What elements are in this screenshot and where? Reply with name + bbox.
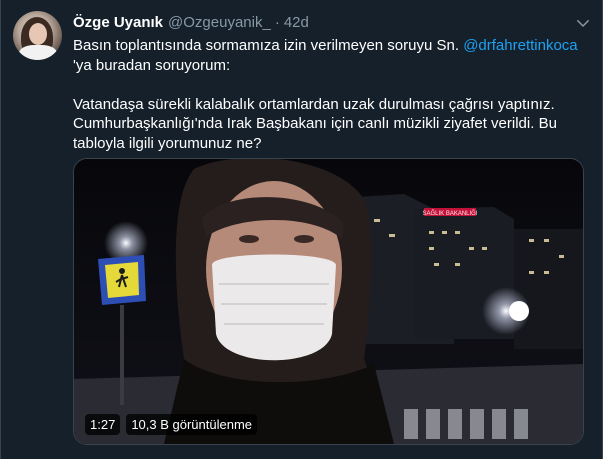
video-views: 10,3 B görüntülenme (126, 414, 258, 435)
author-handle[interactable]: @Ozgeuyanik_ (168, 14, 271, 31)
tweet-time[interactable]: 42d (284, 14, 309, 31)
chevron-down-icon[interactable] (574, 14, 592, 32)
avatar-shirt (19, 45, 57, 60)
tweet-line1: Basın toplantısında sormamıza izin veril… (73, 36, 593, 75)
video-frame: SAĞLIK BAKANLIĞI (74, 159, 583, 444)
video-duration: 1:27 (85, 414, 121, 435)
video-overlay: 1:27 10,3 B görüntülenme (85, 414, 258, 435)
author-name[interactable]: Özge Uyanık (73, 14, 163, 31)
video-player[interactable]: SAĞLIK BAKANLIĞI 1:27 10,3 B görüntülenm… (73, 158, 584, 445)
tweet-line2: Vatandaşa sürekli kalabalık ortamlardan … (73, 95, 557, 152)
separator-dot: · (274, 13, 280, 31)
tweet-line1-prefix: Basın toplantısında sormamıza izin veril… (73, 37, 460, 54)
mention-link[interactable]: @drfahrettinkoca (463, 37, 577, 54)
avatar-face (29, 23, 47, 45)
building-sign: SAĞLIK BAKANLIĞI (422, 210, 477, 217)
avatar[interactable] (13, 11, 62, 60)
tweet-line1-suffix: 'ya buradan soruyorum: (73, 56, 231, 74)
tweet-text: Basın toplantısında sormamıza izin veril… (73, 36, 593, 153)
tweet-header: Özge Uyanık @Ozgeuyanik_ · 42d (73, 12, 309, 32)
tweet: Özge Uyanık @Ozgeuyanik_ · 42d Basın top… (0, 0, 603, 459)
